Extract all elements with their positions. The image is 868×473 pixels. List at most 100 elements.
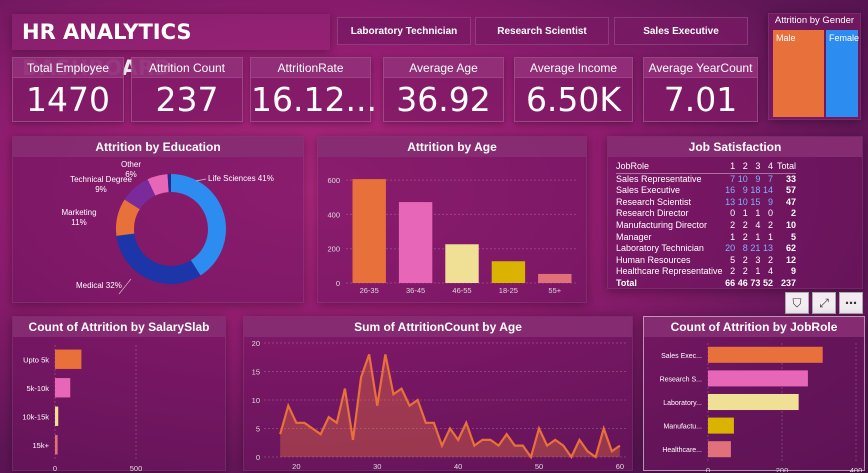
gender-female-block[interactable]: Female xyxy=(826,30,860,117)
table-row[interactable]: Manager 1 2 1 1 5 xyxy=(616,232,796,244)
y-category-label: 5k-10k xyxy=(26,384,49,393)
table-row[interactable]: Sales Representative 7 10 9 7 33 xyxy=(616,173,796,185)
focus-mode-icon[interactable]: ⤢ xyxy=(812,292,836,314)
row-total: 12 xyxy=(785,254,796,265)
x-tick-label: 30 xyxy=(373,462,381,471)
attrition-by-jobrole-panel: Count of Attrition by JobRole 0 200 400 Sal… xyxy=(643,316,865,472)
more-options-icon[interactable]: ⋯ xyxy=(839,292,863,314)
age-bar[interactable] xyxy=(445,244,479,283)
filter-icon[interactable]: ⛉ xyxy=(785,292,809,314)
cell-value: 16 xyxy=(725,185,736,196)
attrition-by-gender-panel: Attrition by Gender Male Female xyxy=(768,13,861,120)
kpi-attrition-rate: AttritionRate 16.12... xyxy=(250,57,377,122)
table-row[interactable]: Research Director 0 1 1 0 2 xyxy=(616,208,796,220)
total-value: 46 xyxy=(737,277,748,288)
age-bar[interactable] xyxy=(352,179,386,283)
bar[interactable] xyxy=(55,378,71,398)
y-category-label: Manufactu... xyxy=(663,424,702,431)
gender-male-label: Male xyxy=(776,33,796,43)
total-value: 52 xyxy=(763,277,774,288)
cell-value: 8 xyxy=(742,243,748,254)
kpi-label: Attrition Count xyxy=(132,58,242,78)
cell-value: 1 xyxy=(730,231,736,242)
table-header-row: JobRole 1 2 3 4 Total xyxy=(616,161,796,174)
age-bar-chart[interactable]: 0 200 400 600 26-35 36-45 46-55 18-25 55+ xyxy=(318,157,588,304)
row-label: Research Director xyxy=(616,208,689,219)
gender-female-label: Female xyxy=(829,33,860,43)
cell-value: 4 xyxy=(768,266,774,277)
cell-value: 2 xyxy=(742,254,748,265)
cell-value: 4 xyxy=(755,219,761,230)
job-satisfaction-table[interactable]: JobRole 1 2 3 4 Total Sales Representative 7 10 9… xyxy=(616,161,796,290)
kpi-value: 36.92 xyxy=(396,80,491,119)
area-fill xyxy=(280,354,620,457)
salaryslab-bar-chart[interactable]: 0 500 Upto 5k 5k-10k 10k-15k 15k+ xyxy=(13,337,227,472)
donut-label: Medical 32% xyxy=(76,281,122,290)
bar[interactable] xyxy=(55,435,58,455)
row-total: 9 xyxy=(790,266,796,277)
kpi-attrition-count: Attrition Count 237 xyxy=(131,57,243,122)
table-row[interactable]: Research Scientist 13 10 15 9 47 xyxy=(616,197,796,209)
column-header[interactable]: JobRole xyxy=(616,161,723,173)
kpi-label: AttritionRate xyxy=(251,58,370,78)
table-row[interactable]: Healthcare Representative 2 2 1 4 9 xyxy=(616,266,796,278)
column-header[interactable]: 2 xyxy=(735,161,748,173)
column-header[interactable]: 1 xyxy=(723,161,735,173)
cell-value: 1 xyxy=(755,208,761,219)
donut-slice-medical[interactable] xyxy=(116,233,201,284)
age-area-chart[interactable]: 0 5 10 15 20 20 30 40 50 60 xyxy=(244,337,634,472)
cell-value: 2 xyxy=(742,219,748,230)
age-bar[interactable] xyxy=(398,202,433,283)
y-tick-label: 0 xyxy=(336,279,340,288)
bar[interactable] xyxy=(55,349,82,369)
cell-value: 14 xyxy=(763,185,774,196)
kpi-value: 6.50K xyxy=(525,80,622,119)
gender-male-block[interactable]: Male xyxy=(773,30,824,117)
age-bar[interactable] xyxy=(491,261,526,283)
age-bar[interactable] xyxy=(538,273,572,283)
attrition-by-salaryslab-panel: Count of Attrition by SalarySlab 0 500 Upt… xyxy=(12,316,227,472)
bar[interactable] xyxy=(55,406,59,426)
total-value: 73 xyxy=(750,277,761,288)
table-row[interactable]: Sales Executive 16 9 18 14 57 xyxy=(616,185,796,197)
row-label: Research Scientist xyxy=(616,196,692,207)
row-total: 62 xyxy=(785,243,796,254)
table-row[interactable]: Laboratory Technician 20 8 21 13 62 xyxy=(616,243,796,255)
column-header[interactable]: Total xyxy=(773,161,796,173)
bar[interactable] xyxy=(708,393,799,411)
y-category-label: Upto 5k xyxy=(23,355,49,364)
donut-slice-life-sciences[interactable] xyxy=(171,174,227,276)
panel-title: Sum of AttritionCount by Age xyxy=(244,317,632,337)
role-slicer-sales-executive[interactable]: Sales Executive xyxy=(614,17,748,45)
attritioncount-by-age-panel: Sum of AttritionCount by Age 0 5 10 15 20 20 3… xyxy=(243,316,633,471)
role-slicer-research-scientist[interactable]: Research Scientist xyxy=(475,17,609,45)
cell-value: 13 xyxy=(725,196,736,207)
cell-value: 2 xyxy=(730,219,736,230)
leader-line xyxy=(195,178,207,182)
cell-value: 3 xyxy=(755,254,761,265)
row-label: Human Resources xyxy=(616,254,691,265)
jobrole-bar-chart[interactable]: 0 200 400 Sales Exec... Research S... Laborat… xyxy=(644,337,864,472)
column-header[interactable]: 4 xyxy=(760,161,773,173)
cell-value: 0 xyxy=(730,208,736,219)
column-header[interactable]: 3 xyxy=(748,161,760,173)
bar[interactable] xyxy=(708,370,808,387)
row-label: Sales Executive xyxy=(616,185,681,196)
table-row[interactable]: Manufacturing Director 2 2 4 2 10 xyxy=(616,220,796,232)
kpi-value: 16.12... xyxy=(251,80,377,119)
role-slicer-laboratory-technician[interactable]: Laboratory Technician xyxy=(337,17,471,45)
row-total: 10 xyxy=(785,219,796,230)
bar[interactable] xyxy=(708,346,823,363)
bar[interactable] xyxy=(708,417,734,434)
kpi-average-age: Average Age 36.92 xyxy=(383,57,504,122)
kpi-average-income: Average Income 6.50K xyxy=(514,57,633,122)
table-row[interactable]: Human Resources 5 2 3 2 12 xyxy=(616,255,796,267)
donut-label: Marketing xyxy=(61,208,96,217)
panel-title: Attrition by Education xyxy=(13,137,303,157)
cell-value: 9 xyxy=(742,185,748,196)
education-donut-chart[interactable]: Life Sciences 41% Medical 32% Marketing11%… xyxy=(13,157,305,304)
bar[interactable] xyxy=(708,441,731,458)
donut-label: Technical Degree xyxy=(70,175,132,184)
cell-value: 5 xyxy=(730,254,736,265)
x-tick-label: 40 xyxy=(454,462,462,471)
